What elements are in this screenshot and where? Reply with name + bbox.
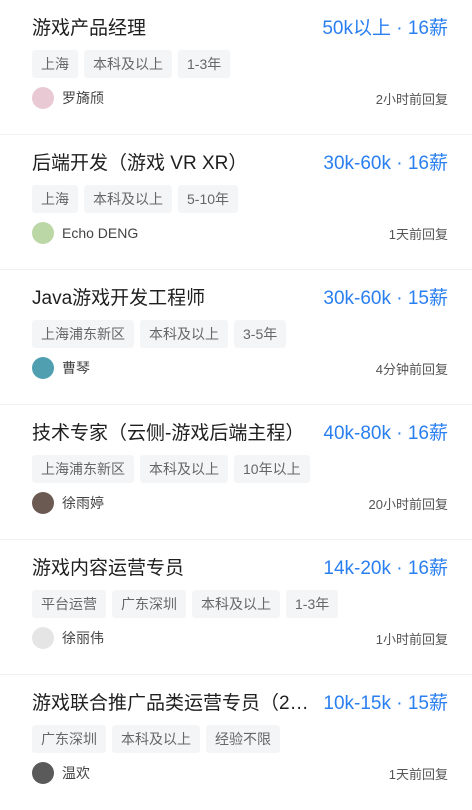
tag-education: 本科及以上 [140,455,228,483]
job-footer: 罗旖颀 2小时前回复 [32,86,448,110]
job-footer: 曹琴 4分钟前回复 [32,356,448,380]
job-header: 技术专家（云侧-游戏后端主程） 40k-80k · 16薪 [32,417,448,445]
recruiter: 徐丽伟 [32,627,104,649]
job-title: 游戏产品经理 [32,17,147,39]
job-header: 游戏内容运营专员 14k-20k · 16薪 [32,552,448,580]
tag-education: 本科及以上 [192,590,280,618]
job-header: 游戏产品经理 50k以上 · 16薪 [32,12,448,40]
tag-category: 平台运营 [32,590,106,618]
job-header: 游戏联合推广品类运营专员（2… 10k-15k · 15薪 [32,687,448,715]
job-footer: Echo DENG 1天前回复 [32,221,448,245]
reply-time: 20小时前回复 [368,496,448,512]
avatar [32,762,54,784]
job-card[interactable]: 游戏联合推广品类运营专员（2… 10k-15k · 15薪 广东深圳 本科及以上… [0,675,472,810]
tag-education: 本科及以上 [84,50,172,78]
reply-time: 4分钟前回复 [375,361,448,377]
job-card[interactable]: 游戏产品经理 50k以上 · 16薪 上海 本科及以上 1-3年 罗旖颀 2小时… [0,0,472,135]
job-footer: 温欢 1天前回复 [32,761,448,785]
job-header: 后端开发（游戏 VR XR） 30k-60k · 16薪 [32,147,448,175]
avatar [32,627,54,649]
job-card[interactable]: 游戏内容运营专员 14k-20k · 16薪 平台运营 广东深圳 本科及以上 1… [0,540,472,675]
recruiter-name: 罗旖颀 [62,90,104,106]
job-salary: 14k-20k · 16薪 [323,557,448,579]
job-tags: 上海浦东新区 本科及以上 3-5年 [32,320,287,348]
job-footer: 徐雨婷 20小时前回复 [32,491,448,515]
tag-experience: 3-5年 [234,320,287,348]
recruiter-name: Echo DENG [62,225,139,241]
tag-experience: 10年以上 [234,455,310,483]
recruiter-name: 徐丽伟 [62,630,104,646]
recruiter-name: 曹琴 [62,360,90,376]
tag-location: 广东深圳 [32,725,106,753]
job-footer: 徐丽伟 1小时前回复 [32,626,448,650]
tag-education: 本科及以上 [140,320,228,348]
job-salary: 10k-15k · 15薪 [323,692,448,714]
recruiter-name: 徐雨婷 [62,495,104,511]
job-list: 游戏产品经理 50k以上 · 16薪 上海 本科及以上 1-3年 罗旖颀 2小时… [0,0,472,810]
job-title: 后端开发（游戏 VR XR） [32,152,248,174]
tag-experience: 1-3年 [178,50,231,78]
reply-time: 2小时前回复 [375,91,448,107]
recruiter-name: 温欢 [62,765,90,781]
job-salary: 50k以上 · 16薪 [322,17,448,39]
tag-education: 本科及以上 [84,185,172,213]
avatar [32,87,54,109]
job-salary: 30k-60k · 16薪 [323,152,448,174]
avatar [32,357,54,379]
tag-location: 上海浦东新区 [32,320,134,348]
job-tags: 平台运营 广东深圳 本科及以上 1-3年 [32,590,339,618]
job-card[interactable]: Java游戏开发工程师 30k-60k · 15薪 上海浦东新区 本科及以上 3… [0,270,472,405]
tag-education: 本科及以上 [112,725,200,753]
job-tags: 上海 本科及以上 1-3年 [32,50,231,78]
reply-time: 1天前回复 [388,766,448,782]
recruiter: 徐雨婷 [32,492,104,514]
tag-experience: 经验不限 [206,725,280,753]
avatar [32,492,54,514]
tag-experience: 1-3年 [286,590,339,618]
job-tags: 上海 本科及以上 5-10年 [32,185,239,213]
job-title: 游戏内容运营专员 [32,557,185,579]
job-card[interactable]: 后端开发（游戏 VR XR） 30k-60k · 16薪 上海 本科及以上 5-… [0,135,472,270]
reply-time: 1小时前回复 [375,631,448,647]
avatar [32,222,54,244]
job-title: 技术专家（云侧-游戏后端主程） [32,422,305,444]
tag-location: 上海 [32,50,78,78]
recruiter: Echo DENG [32,222,138,244]
recruiter: 罗旖颀 [32,87,104,109]
job-title: 游戏联合推广品类运营专员（2… [32,692,309,714]
tag-location: 上海浦东新区 [32,455,134,483]
reply-time: 1天前回复 [388,226,448,242]
job-header: Java游戏开发工程师 30k-60k · 15薪 [32,282,448,310]
tag-location: 上海 [32,185,78,213]
job-tags: 上海浦东新区 本科及以上 10年以上 [32,455,310,483]
job-salary: 30k-60k · 15薪 [323,287,448,309]
job-tags: 广东深圳 本科及以上 经验不限 [32,725,280,753]
recruiter: 温欢 [32,762,90,784]
job-salary: 40k-80k · 16薪 [323,422,448,444]
tag-experience: 5-10年 [178,185,239,213]
recruiter: 曹琴 [32,357,90,379]
job-title: Java游戏开发工程师 [32,287,206,309]
job-card[interactable]: 技术专家（云侧-游戏后端主程） 40k-80k · 16薪 上海浦东新区 本科及… [0,405,472,540]
tag-location: 广东深圳 [112,590,186,618]
